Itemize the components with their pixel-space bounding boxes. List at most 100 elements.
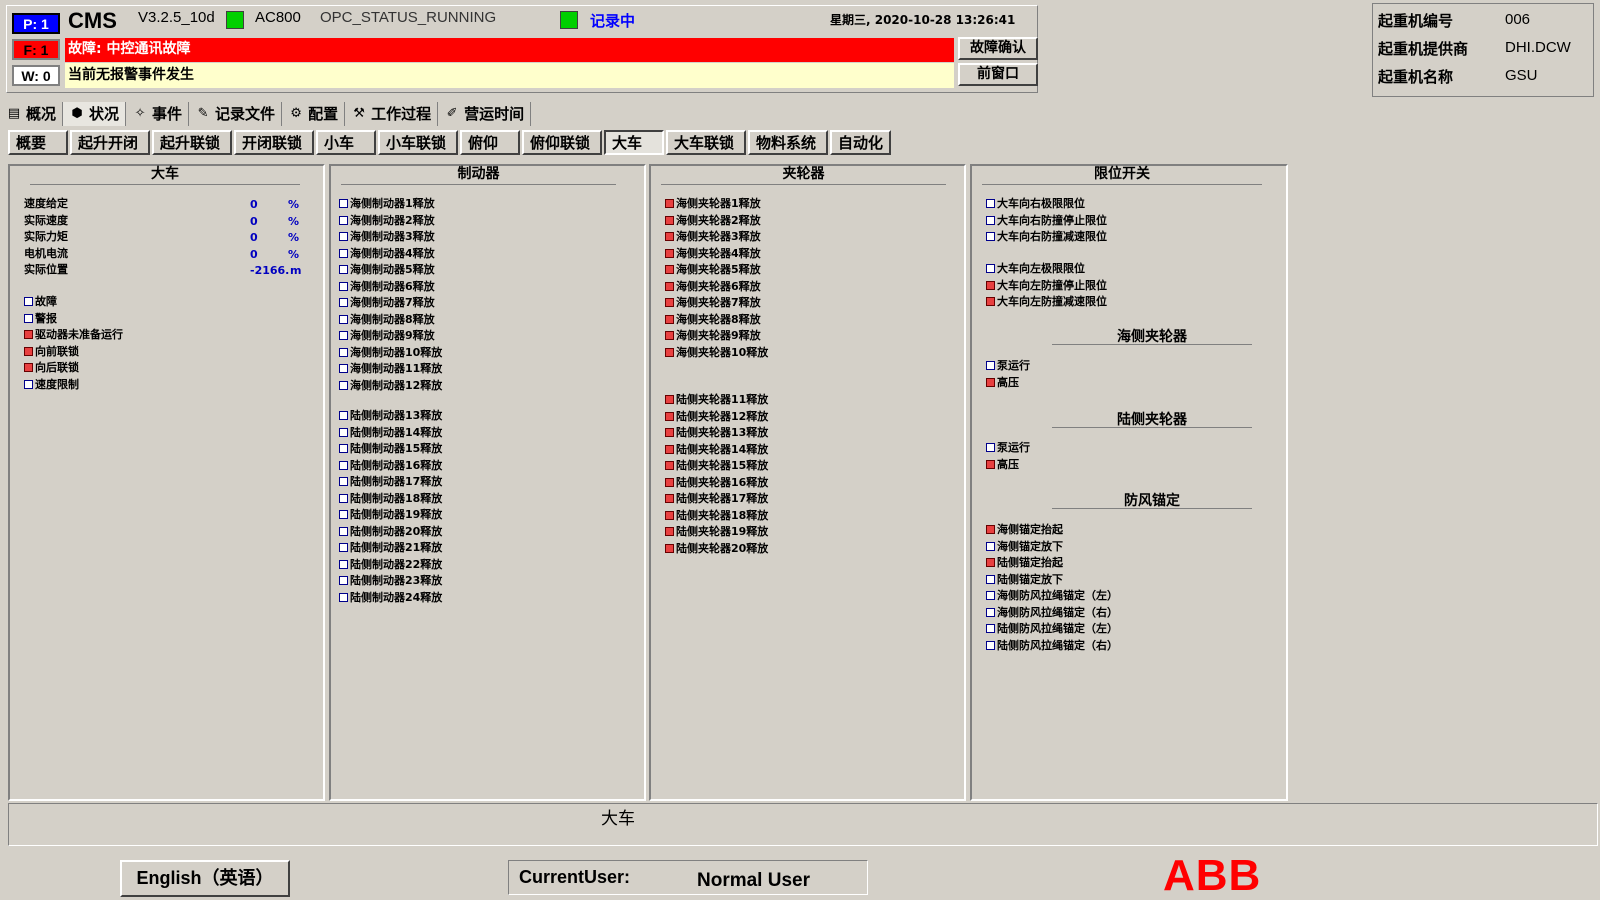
status-off-icon bbox=[339, 427, 348, 437]
clamps-panel-title: 夹轮器 bbox=[661, 166, 946, 185]
brakes-panel: 制动器 海侧制动器1释放 海侧制动器2释放 海侧制动器3释放 海侧制动器4释放 海侧制动器… bbox=[329, 164, 646, 801]
subtab-button[interactable]: 俯仰 bbox=[460, 130, 520, 155]
sub-tabbar: 概要 起升开闭 起升联锁 开闭联锁 小车 小车联锁 俯仰 俯仰联锁 大车 大车联锁 物料系统 自动化 bbox=[8, 130, 893, 155]
crane-info-label: 起重机提供商 bbox=[1378, 40, 1469, 58]
fault-message[interactable]: 故障: 中控通讯故障 bbox=[65, 38, 954, 62]
tab-status[interactable]: ⬢ 状况 bbox=[63, 102, 127, 126]
status-item-label: 驱动器未准备运行 bbox=[35, 328, 123, 341]
status-on-icon bbox=[665, 510, 674, 520]
status-on-icon bbox=[665, 477, 674, 487]
status-on-icon bbox=[665, 428, 674, 437]
status-item-label: 陆侧锚定抬起 bbox=[997, 556, 1063, 569]
current-user-label: CurrentUser: bbox=[519, 867, 631, 887]
gantry-value-label: 速度给定 bbox=[24, 197, 68, 210]
crane-info-value: GSU bbox=[1505, 67, 1538, 84]
subtab-button[interactable]: 小车联锁 bbox=[378, 130, 458, 155]
subtab-button[interactable]: 俯仰联锁 bbox=[522, 130, 602, 155]
land-clamp-section-title: 陆侧夹轮器 bbox=[1052, 409, 1252, 428]
subtab-button[interactable]: 小车 bbox=[316, 130, 376, 155]
status-off-icon bbox=[339, 592, 348, 602]
fault-count-badge: F: 1 bbox=[12, 39, 60, 60]
status-off-icon bbox=[986, 264, 995, 273]
status-on-icon bbox=[665, 411, 674, 421]
status-off-icon bbox=[339, 444, 348, 453]
gantry-flag: 速度限制 bbox=[24, 377, 79, 393]
status-item-label: 海侧制动器1释放 bbox=[350, 197, 435, 210]
land-clamp-item: 陆侧夹轮器19释放 bbox=[665, 524, 768, 540]
status-item-label: 海侧锚定放下 bbox=[997, 539, 1063, 553]
status-item-label: 陆侧制动器17释放 bbox=[350, 475, 443, 488]
status-item-label: 大车向左防撞停止限位 bbox=[997, 278, 1107, 292]
status-item-label: 陆侧制动器16释放 bbox=[350, 458, 443, 472]
status-off-icon bbox=[986, 443, 995, 452]
left-limit-item: 大车向左极限限位 bbox=[986, 261, 1085, 277]
land-brake-item: 陆侧制动器17释放 bbox=[339, 474, 442, 490]
sea-clamp-item: 海侧夹轮器6释放 bbox=[665, 279, 761, 295]
subtab-button[interactable]: 自动化 bbox=[830, 130, 892, 155]
tab-label: 营运时间 bbox=[464, 105, 525, 123]
language-button[interactable]: English（英语） bbox=[120, 860, 290, 897]
status-off-icon bbox=[986, 199, 995, 208]
status-on-icon bbox=[665, 298, 674, 307]
tab-config[interactable]: ⚙ 配置 bbox=[282, 102, 346, 126]
status-off-icon bbox=[339, 331, 348, 340]
limits-panel-title: 限位开关 bbox=[982, 166, 1262, 185]
warning-message[interactable]: 当前无报警事件发生 bbox=[65, 63, 954, 88]
subtab-button[interactable]: 概要 bbox=[8, 130, 68, 155]
status-item-label: 故障 bbox=[35, 295, 57, 308]
status-item-label: 陆侧夹轮器19释放 bbox=[676, 525, 769, 538]
subtab-button[interactable]: 大车联锁 bbox=[666, 130, 746, 155]
status-off-icon bbox=[339, 493, 348, 503]
status-item-label: 海侧制动器6释放 bbox=[350, 279, 435, 293]
status-item-label: 海侧夹轮器7释放 bbox=[676, 296, 761, 309]
status-off-icon bbox=[986, 607, 995, 617]
main-tabbar: ▤ 概况 ⬢ 状况 ✧ 事件 ✎ 记录文件 ⚙ 配置 ⚒ 工作过程 ✐ 营运时间 bbox=[0, 102, 532, 126]
land-clamp-item: 陆侧夹轮器15释放 bbox=[665, 458, 768, 474]
status-off-icon bbox=[339, 510, 348, 519]
limits-panel: 限位开关 大车向右极限限位 大车向右防撞停止限位 大车向右防撞减速限位 大车向左极限限位… bbox=[970, 164, 1288, 801]
sea-brake-item: 海侧制动器11释放 bbox=[339, 361, 442, 377]
fault-ack-button[interactable]: 故障确认 bbox=[958, 37, 1038, 60]
sea-brake-item: 海侧制动器9释放 bbox=[339, 328, 435, 344]
left-limit-item: 大车向左防撞停止限位 bbox=[986, 278, 1107, 294]
subtab-button[interactable]: 开闭联锁 bbox=[234, 130, 314, 155]
tab-event[interactable]: ✧ 事件 bbox=[126, 102, 190, 126]
subtab-button[interactable]: 起升开闭 bbox=[70, 130, 150, 155]
status-on-icon bbox=[665, 494, 674, 503]
tab-operating-time[interactable]: ✐ 营运时间 bbox=[438, 102, 532, 126]
status-on-icon bbox=[986, 377, 995, 387]
status-item-label: 陆侧制动器24释放 bbox=[350, 590, 443, 604]
status-item-label: 海侧防风拉绳锚定（左） bbox=[997, 589, 1118, 602]
subtab-button[interactable]: 大车 bbox=[604, 130, 664, 155]
land-clamp-item: 陆侧夹轮器16释放 bbox=[665, 475, 768, 491]
land-brake-item: 陆侧制动器24释放 bbox=[339, 590, 442, 606]
tab-label: 状况 bbox=[89, 105, 120, 123]
status-on-icon bbox=[986, 525, 995, 534]
tab-record-file[interactable]: ✎ 记录文件 bbox=[189, 102, 283, 126]
right-limit-item: 大车向右防撞停止限位 bbox=[986, 213, 1107, 229]
subtab-button[interactable]: 起升联锁 bbox=[152, 130, 232, 155]
land-brake-item: 陆侧制动器19释放 bbox=[339, 507, 442, 523]
sea-clamp-item: 海侧夹轮器3释放 bbox=[665, 229, 761, 245]
gantry-value: -2166. bbox=[250, 264, 290, 277]
gantry-value: 0 bbox=[250, 198, 258, 211]
tab-overview[interactable]: ▤ 概况 bbox=[0, 102, 64, 126]
sea-brake-item: 海侧制动器12释放 bbox=[339, 378, 442, 394]
status-on-icon bbox=[665, 215, 674, 225]
subtab-button[interactable]: 物料系统 bbox=[748, 130, 828, 155]
tab-label: 配置 bbox=[308, 105, 339, 123]
status-off-icon bbox=[339, 265, 348, 274]
status-item-label: 警报 bbox=[35, 311, 57, 325]
status-item-label: 海侧夹轮器6释放 bbox=[676, 279, 761, 293]
tab-work-process[interactable]: ⚒ 工作过程 bbox=[345, 102, 439, 126]
status-off-icon bbox=[339, 543, 348, 552]
land-brake-item: 陆侧制动器21释放 bbox=[339, 540, 442, 556]
record-file-icon: ✎ bbox=[197, 106, 209, 121]
system-name: AC800 bbox=[255, 9, 301, 26]
sea-clamp-item: 海侧夹轮器8释放 bbox=[665, 312, 761, 328]
prev-window-button[interactable]: 前窗口 bbox=[958, 63, 1038, 86]
status-on-icon bbox=[665, 527, 674, 536]
land-brake-item: 陆侧制动器22释放 bbox=[339, 557, 442, 573]
gantry-value-label: 实际力矩 bbox=[24, 230, 68, 243]
land-clamp-item: 陆侧夹轮器12释放 bbox=[665, 409, 768, 425]
